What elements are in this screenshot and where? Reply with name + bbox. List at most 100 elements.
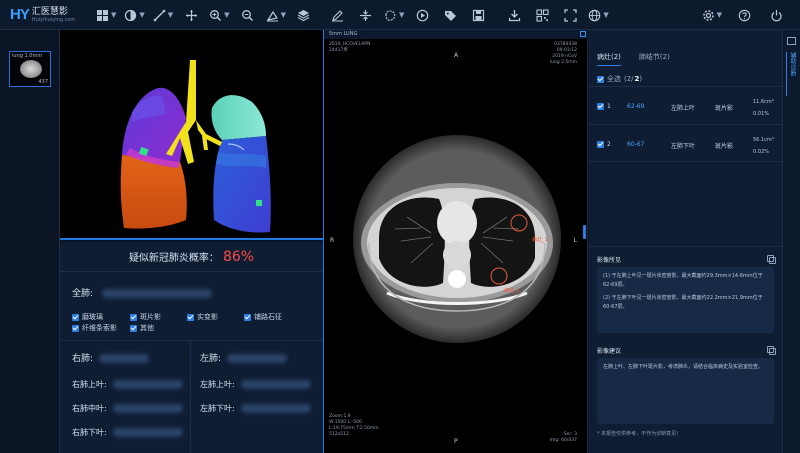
viewer-header: 5mm LUNG: [324, 30, 589, 39]
select-all-label: 全选: [607, 75, 621, 83]
top-toolbar: HY 汇医慧影 Huiyihuiying.com ▼ ▼ ▼ ▼ ▼ ▼ ▼ ▼: [0, 0, 800, 30]
lesion-location: 左肺上叶: [671, 105, 696, 112]
edit-icon[interactable]: [328, 5, 348, 25]
disclaimer: * 本报告仅供参考，不作为诊断意见!: [597, 431, 679, 437]
contrast-icon[interactable]: ▼: [124, 5, 145, 25]
finding-checkbox[interactable]: 铺路石征: [244, 312, 282, 322]
qrcode-icon[interactable]: [532, 5, 552, 25]
tag-icon[interactable]: [440, 5, 460, 25]
column-divider: [190, 341, 191, 453]
findings-text[interactable]: (1) 于左肺上叶见一斑片状密度影，最大截面约29.3mm×14.6mm位于62…: [597, 267, 774, 333]
tab-nodule[interactable]: 肺结节(2): [639, 52, 670, 66]
select-count: (2/: [624, 75, 634, 83]
zoom-fit-icon[interactable]: [238, 5, 258, 25]
globe-icon[interactable]: ▼: [588, 5, 609, 25]
finding-checkbox[interactable]: 斑片影: [130, 312, 161, 322]
lobe-breakdown: 右肺: 左肺: 右肺上叶: 左肺上叶: 右肺中叶: 左肺下叶: 右肺下叶:: [60, 340, 323, 453]
whole-lung-label: 全肺:: [72, 289, 94, 299]
lesion-ratio: 0.01%: [753, 111, 769, 117]
play-icon[interactable]: [412, 5, 432, 25]
lung-3d-render: [120, 60, 271, 233]
probability-value: 86%: [222, 248, 255, 265]
lesion-tabs: 病灶(2) 肺结节(2): [597, 52, 688, 66]
lesion-location: 左肺下叶: [671, 143, 696, 150]
diagnosis-report: 疑似新冠肺炎概率： 86% 全肺: 磨玻璃 斑片影 实变影 铺路石征 纤维条索影…: [60, 242, 323, 453]
overlay-bottom-right: Ser: 3 Img: 60/437: [549, 432, 577, 443]
lesion-volume: 56.1cm³: [753, 137, 774, 143]
right-middle-lobe-row: 右肺中叶:: [72, 403, 183, 414]
lesion-select-checkbox[interactable]: 1: [597, 103, 611, 110]
left-lung-row: 左肺:: [200, 351, 288, 364]
whole-lung-row: 全肺:: [72, 286, 212, 299]
probability-label: 疑似新冠肺炎概率：: [128, 253, 219, 264]
fullscreen-icon[interactable]: [560, 5, 580, 25]
lesion-label-2[interactable]: 病灶_2: [504, 287, 520, 294]
lesion-label-1[interactable]: 病灶_1: [532, 236, 548, 243]
left-lower-lobe-row: 左肺下叶:: [200, 403, 311, 414]
finding-checkbox[interactable]: 纤维条索影: [72, 323, 117, 333]
lesion-row[interactable]: 1 62-69 左肺上叶 斑片影 11.6cm³ 0.01%: [589, 86, 782, 124]
maximize-icon[interactable]: [580, 31, 586, 37]
findings-section: 影像所见 (1) 于左肺上叶见一斑片状密度影，最大截面约29.3mm×14.6m…: [589, 246, 782, 356]
findings-title: 影像所见: [597, 257, 622, 264]
lesion-slices: 62-69: [627, 103, 645, 110]
advice-text[interactable]: 左肺上叶、左肺下叶斑片影，考虑肺炎，请结合临床病史及实验室检查。: [597, 358, 774, 424]
series-title: 5mm LUNG: [329, 31, 358, 37]
zoom-icon[interactable]: ▼: [209, 5, 230, 25]
panel-icon[interactable]: [787, 37, 796, 45]
right-upper-lobe-row: 右肺上叶:: [72, 379, 183, 390]
logo-name: 汇医慧影: [31, 6, 68, 17]
advice-title: 影像建议: [597, 348, 622, 355]
logo-mark: HY: [10, 6, 30, 23]
overlay-top-left: 2019_HCOVELAPN 24417男: [329, 42, 371, 53]
help-icon[interactable]: [734, 5, 754, 25]
lesion-panel: 病灶(2) 肺结节(2) 全选 (2/ 2 ) 1 62-69 左肺上叶 斑片影…: [589, 30, 782, 453]
lesion-slices: 60-67: [627, 141, 645, 148]
lesion-row[interactable]: 2 60-67 左肺下叶 斑片影 56.1cm³ 0.02%: [589, 124, 782, 162]
overlay-bottom-left: Zoom:1.9 W:1500 L:-500 L:19.75mm T:2.50m…: [329, 414, 379, 437]
thumbnail-image: [20, 60, 42, 78]
finding-checkbox[interactable]: 其他: [130, 323, 154, 333]
finding-checkbox[interactable]: 实变影: [187, 312, 218, 322]
right-lung-row: 右肺:: [72, 351, 150, 364]
measure-icon[interactable]: ▼: [153, 5, 173, 25]
annotate-icon[interactable]: ▼: [266, 5, 286, 25]
sidebar-tab-assist[interactable]: 辅助诊断: [786, 52, 798, 96]
top-right-tools: ▼: [690, 0, 786, 30]
lesion-type: 斑片影: [715, 105, 734, 112]
lung-3d-view[interactable]: [60, 30, 323, 240]
layout-icon[interactable]: ▼: [96, 5, 116, 25]
lesion-type: 斑片影: [715, 143, 734, 150]
settings-icon[interactable]: ▼: [702, 5, 722, 25]
power-icon[interactable]: [766, 5, 786, 25]
select-all-checkbox[interactable]: 全选 (2/ 2 ): [597, 74, 642, 84]
advice-section: 影像建议 左肺上叶、左肺下叶斑片影，考虑肺炎，请结合临床病史及实验室检查。: [589, 342, 782, 432]
series-thumbnail-strip: lung 1.0mm 437: [0, 30, 60, 453]
left-upper-lobe-row: 左肺上叶:: [200, 379, 311, 390]
series-thumbnail[interactable]: lung 1.0mm 437: [9, 51, 51, 87]
3d-cube-icon[interactable]: [294, 5, 314, 25]
pan-icon[interactable]: [181, 5, 201, 25]
right-lower-lobe-row: 右肺下叶:: [72, 427, 183, 438]
thumbnail-label: lung 1.0mm: [12, 53, 43, 59]
lesion-ratio: 0.02%: [753, 149, 769, 155]
download-icon[interactable]: [504, 5, 524, 25]
finding-checkbox[interactable]: 磨玻璃: [72, 312, 103, 322]
right-sidebar: 辅助诊断: [782, 30, 800, 453]
orientation-bottom: P: [454, 438, 458, 445]
ct-viewer[interactable]: 5mm LUNG 2019_HCOVELAPN 24417男 03784438 …: [323, 30, 589, 453]
split-icon[interactable]: [356, 5, 376, 25]
save-icon[interactable]: [468, 5, 488, 25]
tab-lesion[interactable]: 病灶(2): [597, 52, 621, 66]
slice-scrollbar[interactable]: [583, 225, 586, 239]
logo-website: Huiyihuiying.com: [31, 16, 76, 23]
copy-icon[interactable]: [767, 255, 776, 264]
lesion-select-checkbox[interactable]: 2: [597, 141, 611, 148]
lesion-volume: 11.6cm³: [753, 99, 774, 105]
app-window: HY 汇医慧影 Huiyihuiying.com ▼ ▼ ▼ ▼ ▼ ▼ ▼ ▼…: [0, 0, 800, 453]
tool-group: ▼ ▼ ▼ ▼ ▼ ▼ ▼: [96, 0, 617, 30]
overlay-top-right: 03784438 09:03:12 2019 nCoV lung 2.5mm: [549, 42, 577, 65]
roi-icon[interactable]: ▼: [384, 5, 404, 25]
orientation-left: R: [330, 237, 335, 244]
copy-icon[interactable]: [767, 346, 776, 355]
